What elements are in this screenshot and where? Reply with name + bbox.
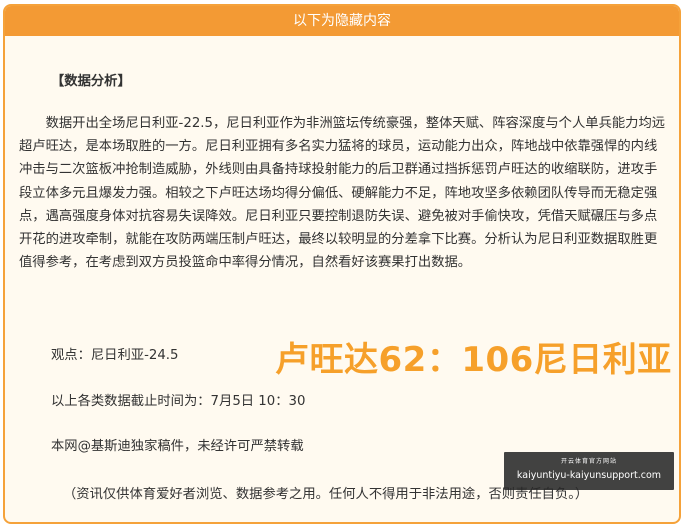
- hidden-content-panel: 以下为隐藏内容 【数据分析】 数据开出全场尼日利亚-22.5，尼日利亚作为非洲篮…: [3, 4, 681, 524]
- analysis-paragraph: 数据开出全场尼日利亚-22.5，尼日利亚作为非洲篮坛传统豪强，整体天赋、阵容深度…: [19, 112, 669, 274]
- score-prediction: 卢旺达62：106尼日利亚: [275, 340, 672, 380]
- watermark-title: 开云体育官方网站: [560, 458, 617, 465]
- data-cutoff-text: 以上各类数据截止时间为：7月5日 10：30: [51, 394, 306, 409]
- panel-header-title: 以下为隐藏内容: [293, 13, 391, 29]
- analysis-text: 数据开出全场尼日利亚-22.5，尼日利亚作为非洲篮坛传统豪强，整体天赋、阵容深度…: [19, 116, 666, 271]
- panel-header: 以下为隐藏内容: [5, 6, 679, 36]
- copyright-notice: 本网@基斯迪独家稿件，未经许可严禁转载: [51, 439, 304, 454]
- section-title: 【数据分析】: [51, 74, 131, 89]
- watermark-url: kaiyuntiyu-kaiyunsupport.com: [516, 470, 662, 481]
- viewpoint-text: 观点：尼日利亚-24.5: [51, 348, 179, 363]
- site-watermark[interactable]: 开云体育官方网站 kaiyuntiyu-kaiyunsupport.com: [504, 452, 674, 490]
